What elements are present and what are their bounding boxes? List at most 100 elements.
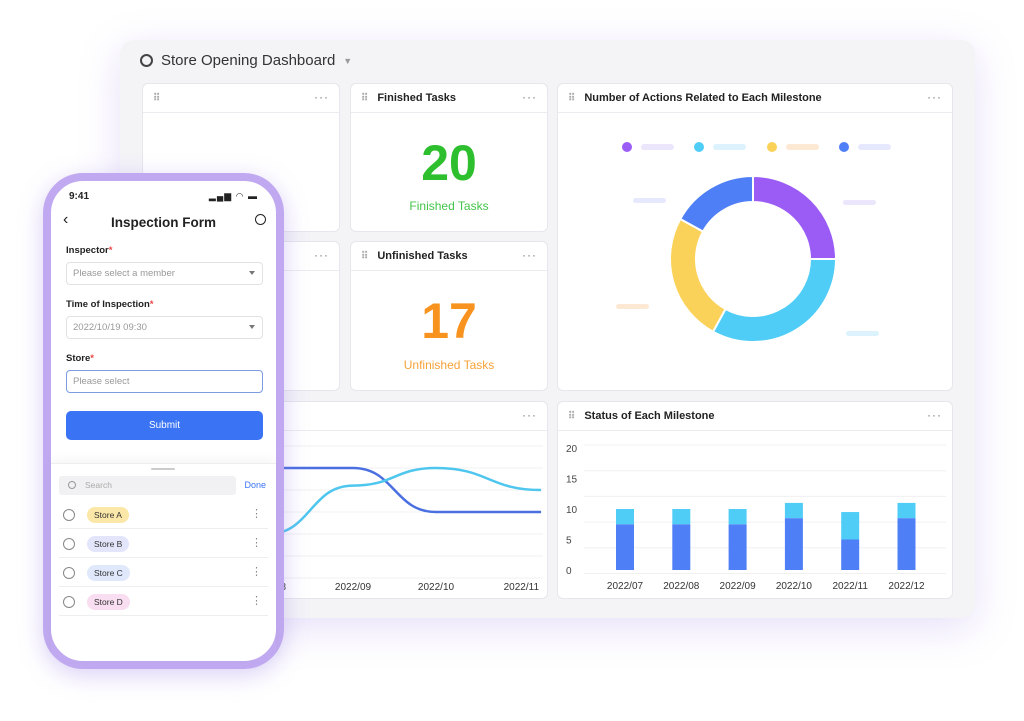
donut-slice (752, 174, 838, 260)
bar-segment (784, 518, 803, 570)
donut-chart-card: ⠿ Number of Actions Related to Each Miles… (557, 83, 953, 391)
y-tick-label: 20 (566, 444, 578, 455)
bar-segment (841, 539, 860, 570)
card-title: Number of Actions Related to Each Milest… (584, 92, 822, 104)
store-tag: Store B (87, 536, 130, 552)
donut-chart (616, 140, 891, 343)
store-tag: Store A (87, 507, 129, 523)
more-menu-icon[interactable]: ··· (927, 408, 942, 422)
caret-down-icon (249, 325, 255, 329)
more-menu-icon[interactable]: ··· (314, 248, 329, 262)
donut-slice (669, 217, 727, 334)
x-tick-label: 2022/09 (720, 581, 757, 592)
slice-label-placeholder (846, 331, 879, 336)
x-tick-label: 2022/07 (607, 581, 644, 592)
legend-marker (620, 140, 634, 154)
search-icon[interactable] (255, 214, 266, 225)
unfinished-label: Unfinished Tasks (403, 358, 495, 372)
more-vertical-icon[interactable]: ⋮ (251, 594, 262, 607)
dashboard-title: Store Opening Dashboard (161, 52, 336, 69)
legend-label-placeholder (641, 144, 674, 150)
legend-label-placeholder (858, 144, 891, 150)
bar-segment (672, 509, 691, 525)
bar-segment (897, 518, 916, 570)
time-select[interactable]: 2022/10/19 09:30 (66, 316, 263, 339)
more-menu-icon[interactable]: ··· (522, 248, 537, 262)
more-vertical-icon[interactable]: ⋮ (251, 507, 262, 520)
bar-segment (897, 502, 916, 519)
drag-handle-icon[interactable]: ⠿ (153, 93, 160, 104)
finished-count: 20 (421, 135, 477, 191)
more-menu-icon[interactable]: ··· (314, 90, 329, 104)
bar-segment (672, 524, 691, 570)
submit-button[interactable]: Submit (66, 411, 263, 440)
store-tag: Store C (87, 565, 130, 581)
store-input[interactable]: Please select (66, 370, 263, 393)
bar-chart-card: ⠿ Status of Each Milestone ··· 20 15 10 5 0 20… (557, 401, 953, 599)
clock-icon (140, 54, 153, 67)
inspector-select[interactable]: Please select a member (66, 262, 263, 285)
x-tick-label: 2022/12 (888, 581, 925, 592)
bar-segment (616, 509, 634, 525)
slice-label-placeholder (616, 304, 649, 309)
store-picker-sheet: Search Done Store A ⋮ Store B ⋮ Store C ⋮ Stor… (51, 463, 276, 661)
y-tick-label: 5 (566, 536, 572, 547)
more-menu-icon[interactable]: ··· (522, 408, 537, 422)
legend-marker (765, 140, 779, 154)
time-label: Time of Inspection (66, 299, 150, 310)
unfinished-tasks-card: ⠿ Unfinished Tasks ··· 17 Unfinished Task… (350, 241, 548, 391)
legend-label-placeholder (786, 144, 819, 150)
x-tick-label: 2022/10 (776, 581, 813, 592)
more-menu-icon[interactable]: ··· (522, 90, 537, 104)
drag-handle-icon[interactable]: ⠿ (568, 93, 575, 104)
store-option[interactable]: Store D ⋮ (59, 588, 268, 616)
finished-tasks-card: ⠿ Finished Tasks ··· 20 Finished Tasks (350, 83, 548, 232)
done-button[interactable]: Done (244, 480, 266, 490)
card-title: Status of Each Milestone (584, 410, 715, 422)
legend-label-placeholder (713, 144, 746, 150)
bar-segment (616, 524, 634, 570)
store-label: Store (66, 353, 91, 364)
sheet-handle[interactable] (151, 468, 175, 470)
radio-button[interactable] (63, 596, 75, 608)
donut-slice (678, 174, 754, 233)
card-title: Unfinished Tasks (377, 250, 468, 262)
donut-slice (711, 258, 838, 343)
radio-button[interactable] (63, 567, 75, 579)
slice-label-placeholder (633, 198, 666, 203)
more-menu-icon[interactable]: ··· (927, 90, 942, 104)
bar-chart: 20 15 10 5 0 2022/07 2022/08 2022/09 2022/10 2022… (566, 444, 946, 592)
y-tick-label: 15 (566, 475, 578, 486)
card-title: Finished Tasks (377, 92, 456, 104)
store-option[interactable]: Store C ⋮ (59, 559, 268, 587)
drag-handle-icon[interactable]: ⠿ (568, 411, 575, 422)
slice-label-placeholder (843, 200, 876, 205)
status-icons: ▂▄▆ ◠ ▬ (208, 191, 258, 201)
bar-segment (784, 502, 803, 519)
x-tick-label: 2022/09 (335, 582, 372, 593)
search-input[interactable]: Search (59, 476, 236, 495)
finished-label: Finished Tasks (409, 199, 489, 213)
caret-down-icon (249, 271, 255, 275)
inspector-label: Inspector (66, 245, 109, 256)
drag-handle-icon[interactable]: ⠿ (361, 251, 368, 262)
more-vertical-icon[interactable]: ⋮ (251, 565, 262, 578)
more-vertical-icon[interactable]: ⋮ (251, 536, 262, 549)
bar-segment (841, 512, 860, 540)
legend-marker (837, 140, 851, 154)
radio-button[interactable] (63, 538, 75, 550)
y-tick-label: 0 (566, 566, 572, 577)
phone-mockup: 9:41 ▂▄▆ ◠ ▬ ‹ Inspection Form Inspector… (43, 173, 284, 669)
unfinished-count: 17 (421, 293, 477, 349)
bar-segment (728, 524, 747, 570)
store-option[interactable]: Store A ⋮ (59, 501, 268, 529)
radio-button[interactable] (63, 509, 75, 521)
caret-down-icon: ▼ (343, 55, 353, 66)
x-tick-label: 2022/11 (504, 582, 540, 593)
search-icon (68, 481, 76, 489)
dashboard-title-dropdown[interactable]: Store Opening Dashboard ▼ (140, 52, 352, 69)
store-option[interactable]: Store B ⋮ (59, 530, 268, 558)
drag-handle-icon[interactable]: ⠿ (361, 93, 368, 104)
bar-segment (728, 509, 747, 525)
status-time: 9:41 (69, 191, 90, 202)
